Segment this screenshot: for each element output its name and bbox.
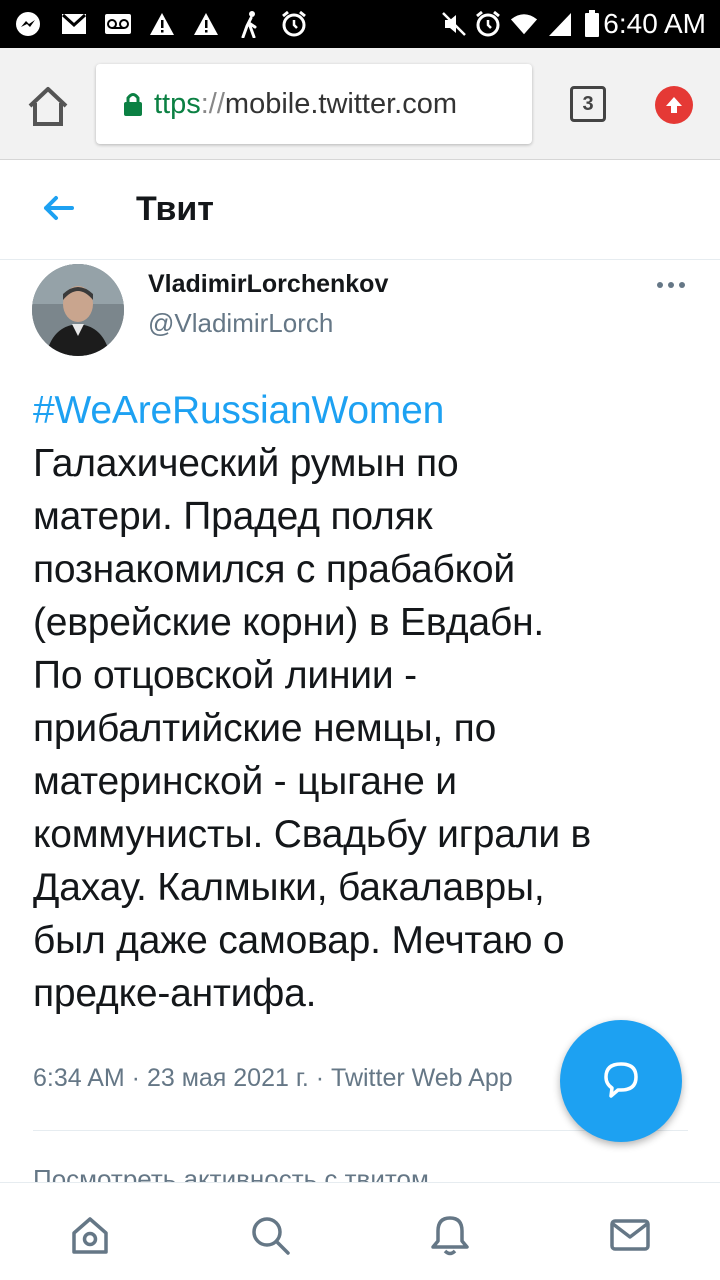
wifi-icon bbox=[510, 10, 538, 38]
more-options-icon[interactable] bbox=[654, 270, 688, 300]
tweet-line: прибалтийские немцы, по bbox=[33, 707, 497, 750]
search-icon[interactable] bbox=[248, 1213, 292, 1257]
url-host: mobile.twitter.com bbox=[224, 87, 457, 120]
compose-icon bbox=[599, 1057, 643, 1106]
tweet-line: материнской - цыгане и bbox=[33, 760, 457, 803]
tweet-line: был даже самовар. Мечтаю о bbox=[33, 919, 565, 962]
bottom-navigation bbox=[0, 1182, 720, 1280]
notifications-icon[interactable] bbox=[428, 1213, 472, 1257]
walking-icon bbox=[236, 10, 264, 38]
home-icon[interactable] bbox=[68, 1213, 112, 1257]
page-title: Твит bbox=[136, 190, 214, 228]
url-scheme: ttps bbox=[154, 87, 201, 120]
tweet-activity-link[interactable]: Посмотреть активность с твитом bbox=[33, 1164, 429, 1182]
tweet-line: коммунисты. Свадьбу играли в bbox=[33, 813, 592, 856]
tweet-line: предке-антифа. bbox=[33, 972, 317, 1015]
tweet-timestamp[interactable]: 6:34 AM · 23 мая 2021 г. · Twitter Web A… bbox=[33, 1064, 513, 1093]
status-bar: 6:40 AM bbox=[0, 0, 720, 48]
compose-button[interactable] bbox=[560, 1020, 682, 1142]
url-separator: :// bbox=[200, 87, 225, 120]
tweet-line: По отцовской линии - bbox=[33, 654, 417, 697]
arrow-left-icon[interactable] bbox=[38, 188, 78, 228]
alarm-clock-icon bbox=[280, 10, 308, 38]
author-display-name[interactable]: VladimirLorchenkov bbox=[148, 270, 388, 299]
status-time: 6:40 AM bbox=[603, 8, 706, 39]
avatar[interactable] bbox=[32, 264, 124, 356]
tweet-line: Галахический румын по bbox=[33, 442, 459, 485]
tweet-line: Дахау. Калмыки, бакалавры, bbox=[33, 866, 545, 909]
voicemail-icon bbox=[104, 10, 132, 38]
tweet-text: #WeAreRussianWomen Галахический румын по… bbox=[33, 384, 703, 1020]
tweet-line: познакомился с прабабкой bbox=[33, 548, 515, 591]
mute-icon bbox=[440, 10, 468, 38]
browser-toolbar: ttps://mobile.twitter.com 3 bbox=[0, 48, 720, 160]
lock-icon bbox=[122, 91, 144, 117]
battery-icon bbox=[578, 10, 606, 38]
url-text: ttps://mobile.twitter.com bbox=[154, 88, 457, 121]
warning-icon bbox=[148, 10, 176, 38]
messages-icon[interactable] bbox=[608, 1213, 652, 1257]
update-icon[interactable] bbox=[655, 86, 693, 124]
author-handle[interactable]: @VladimirLorch bbox=[148, 308, 333, 339]
warning-icon bbox=[192, 10, 220, 38]
signal-icon bbox=[546, 10, 574, 38]
alarm-icon bbox=[474, 10, 502, 38]
messenger-icon bbox=[14, 10, 42, 38]
address-bar[interactable]: ttps://mobile.twitter.com bbox=[96, 64, 532, 144]
gmail-icon bbox=[60, 10, 88, 38]
hashtag-link[interactable]: #WeAreRussianWomen bbox=[33, 384, 703, 437]
tweet-line: (еврейские корни) в Евдабн. bbox=[33, 601, 545, 644]
tweet-line: матери. Прадед поляк bbox=[33, 495, 433, 538]
home-icon[interactable] bbox=[24, 84, 72, 128]
tweet-header: Твит bbox=[0, 160, 720, 260]
tabs-button[interactable]: 3 bbox=[570, 86, 606, 122]
